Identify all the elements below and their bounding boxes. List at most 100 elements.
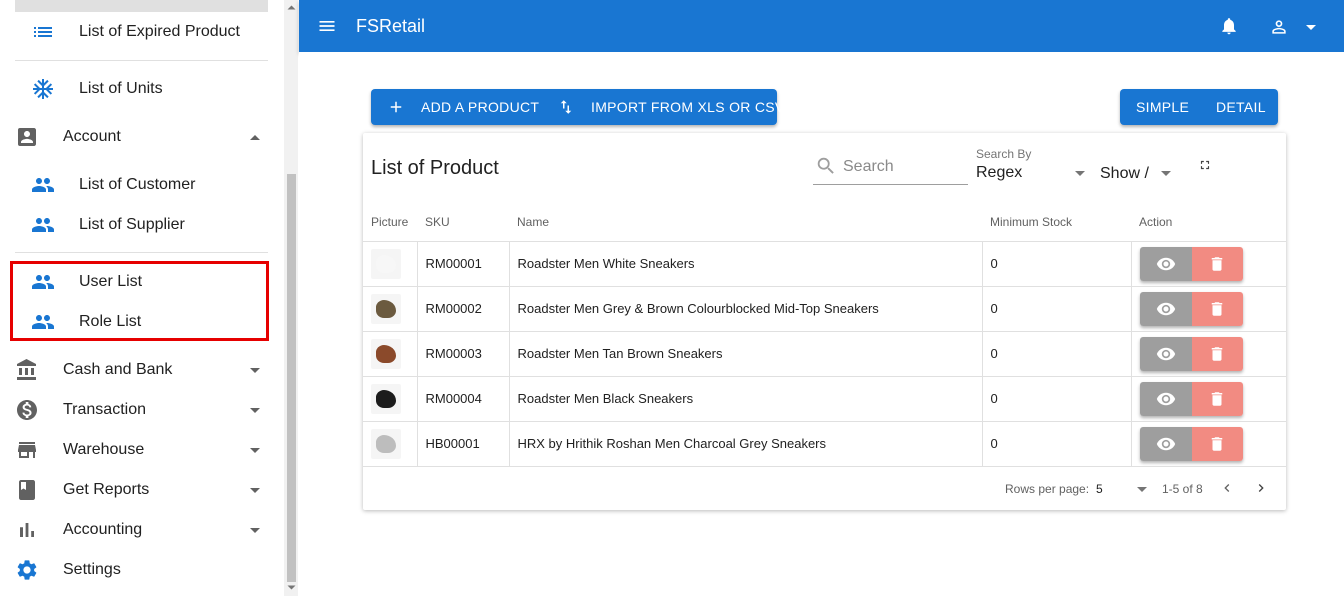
sidebar-item-list-of-supplier[interactable]: List of Supplier <box>0 205 284 245</box>
book-icon <box>15 478 39 502</box>
row-actions <box>1139 426 1243 461</box>
delete-button[interactable] <box>1191 246 1243 281</box>
delete-button[interactable] <box>1191 291 1243 326</box>
delete-button[interactable] <box>1191 381 1243 416</box>
chevron-right-icon[interactable] <box>1253 480 1269 496</box>
action-cell <box>1131 421 1286 467</box>
scroll-down-arrow-icon[interactable] <box>287 585 296 591</box>
fullscreen-icon[interactable] <box>1198 158 1212 172</box>
pagination-range: 1-5 of 8 <box>1162 482 1203 496</box>
add-product-button[interactable]: ADD A PRODUCT <box>387 89 539 125</box>
sidebar-item-get-reports[interactable]: Get Reports <box>0 470 284 510</box>
sidebar-divider <box>15 252 268 253</box>
row-actions <box>1139 336 1243 371</box>
shoe-image <box>376 389 396 408</box>
product-thumbnail[interactable] <box>371 248 401 279</box>
sidebar-item-transaction[interactable]: Transaction <box>0 390 284 430</box>
min-stock-cell: 0 <box>982 241 1132 287</box>
plus-icon <box>387 98 405 116</box>
rows-per-page-value[interactable]: 5 <box>1096 482 1103 496</box>
row-actions <box>1139 246 1243 281</box>
sidebar-item-label: Warehouse <box>63 441 145 458</box>
sidebar-item-label: Cash and Bank <box>63 361 173 378</box>
sidebar-item-accounting[interactable]: Accounting <box>0 510 284 550</box>
sidebar-item-cash-and-bank[interactable]: Cash and Bank <box>0 350 284 390</box>
sidebar-item-account[interactable]: Account <box>0 117 284 157</box>
product-thumbnail[interactable] <box>371 338 401 369</box>
search-by-select[interactable]: Search By Regex <box>976 147 1086 181</box>
column-header-minimum-stock[interactable]: Minimum Stock <box>982 203 1131 242</box>
eye-icon <box>1156 344 1176 364</box>
product-actions-group: ADD A PRODUCT IMPORT FROM XLS OR CSV <box>371 89 784 125</box>
name-cell: HRX by Hrithik Roshan Men Charcoal Grey … <box>509 421 983 467</box>
picture-cell <box>363 331 418 377</box>
min-stock-cell: 0 <box>982 331 1132 377</box>
dropdown-arrow-icon <box>1074 170 1086 178</box>
sidebar-item-label: List of Units <box>79 80 163 97</box>
column-header-name[interactable]: Name <box>509 203 982 242</box>
rows-per-page-label: Rows per page: <box>1005 482 1090 496</box>
sidebar-scrollbar-thumb[interactable] <box>287 174 296 582</box>
simple-view-button[interactable]: SIMPLE <box>1136 89 1189 125</box>
trash-icon <box>1208 435 1226 453</box>
user-account-icon[interactable] <box>1269 17 1289 37</box>
add-product-label: ADD A PRODUCT <box>421 99 540 115</box>
view-button[interactable] <box>1139 246 1192 281</box>
people-icon <box>31 213 55 237</box>
show-columns-select[interactable]: Show / <box>1100 163 1175 185</box>
delete-button[interactable] <box>1191 426 1243 461</box>
chevron-left-icon[interactable] <box>1219 480 1235 496</box>
detail-view-button[interactable]: DETAIL <box>1216 89 1266 125</box>
trash-icon <box>1208 345 1226 363</box>
shoe-image <box>376 299 396 318</box>
action-cell <box>1131 241 1286 287</box>
scroll-up-arrow-icon[interactable] <box>287 4 296 10</box>
rows-per-page-dropdown-icon[interactable] <box>1136 486 1148 494</box>
table-row: RM00004 Roadster Men Black Sneakers 0 <box>363 376 1286 422</box>
import-export-icon <box>557 98 575 116</box>
column-header-sku[interactable]: SKU <box>417 203 509 242</box>
show-columns-label: Show / <box>1100 165 1149 182</box>
product-thumbnail[interactable] <box>371 383 401 414</box>
view-mode-group: SIMPLE DETAIL <box>1120 89 1278 125</box>
view-button[interactable] <box>1139 336 1192 371</box>
chevron-down-icon <box>248 364 262 376</box>
product-thumbnail[interactable] <box>371 293 401 324</box>
eye-icon <box>1156 254 1176 274</box>
sidebar-item-list-of-units[interactable]: List of Units <box>0 69 284 109</box>
sidebar-item-list-of-customer[interactable]: List of Customer <box>0 165 284 205</box>
sidebar-header-strip <box>15 0 268 12</box>
highlight-annotation-box <box>10 261 269 341</box>
shoe-image <box>376 434 396 453</box>
search-input[interactable] <box>841 155 966 179</box>
dropdown-arrow-icon <box>1160 170 1172 178</box>
search-by-value: Regex <box>976 164 1023 181</box>
name-cell: Roadster Men Grey & Brown Colourblocked … <box>509 286 983 332</box>
product-table-card: List of Product Search By Regex Show / P… <box>363 133 1286 510</box>
view-button[interactable] <box>1139 381 1192 416</box>
sidebar-item-list-of-expired-product[interactable]: List of Expired Product <box>0 12 284 52</box>
import-label: IMPORT FROM XLS OR CSV <box>591 99 785 115</box>
action-cell <box>1131 331 1286 377</box>
product-thumbnail[interactable] <box>371 428 401 459</box>
app-title: FSRetail <box>356 16 426 36</box>
trash-icon <box>1208 255 1226 273</box>
sidebar-item-settings[interactable]: Settings <box>0 550 284 590</box>
view-button[interactable] <box>1139 291 1192 326</box>
gear-icon <box>15 558 39 582</box>
user-menu-caret-icon[interactable] <box>1305 22 1317 32</box>
menu-icon[interactable] <box>317 16 337 36</box>
sku-cell: RM00004 <box>417 376 510 422</box>
notification-bell-icon[interactable] <box>1219 16 1239 36</box>
sku-cell: HB00001 <box>417 421 510 467</box>
trash-icon <box>1208 390 1226 408</box>
name-cell: Roadster Men Black Sneakers <box>509 376 983 422</box>
eye-icon <box>1156 434 1176 454</box>
delete-button[interactable] <box>1191 336 1243 371</box>
chevron-down-icon <box>248 444 262 456</box>
view-button[interactable] <box>1139 426 1192 461</box>
sidebar-item-label: Settings <box>63 561 121 578</box>
import-button[interactable]: IMPORT FROM XLS OR CSV <box>557 89 785 125</box>
sidebar-item-warehouse[interactable]: Warehouse <box>0 430 284 470</box>
chevron-down-icon <box>248 524 262 536</box>
